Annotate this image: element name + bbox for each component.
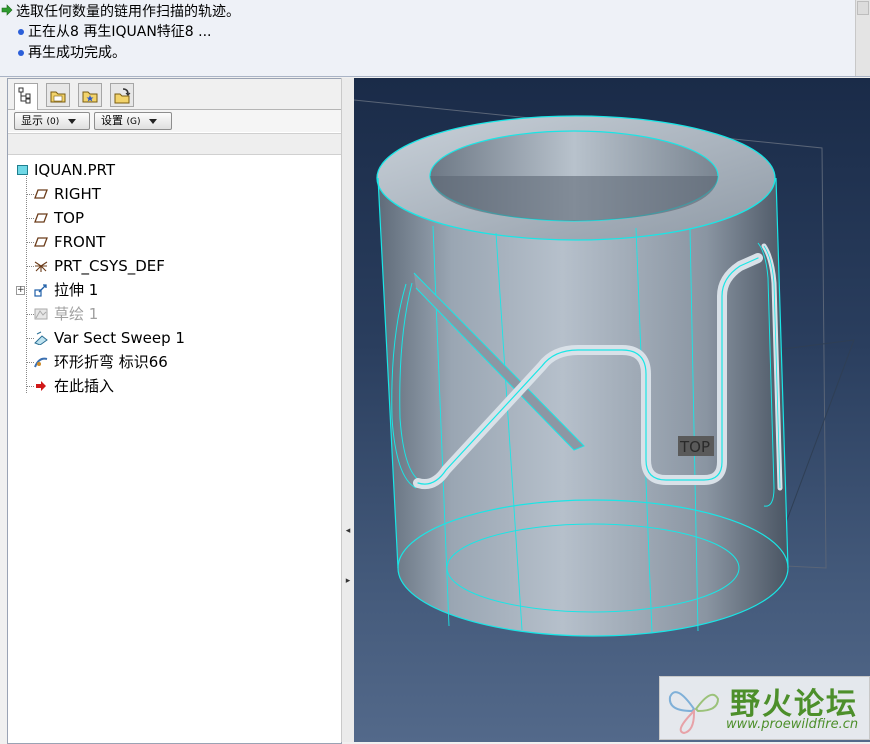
sketch-icon [34, 308, 48, 320]
tree-item-label: 环形折弯 标识66 [54, 353, 168, 371]
tree-connector [26, 386, 34, 387]
message-line: 再生成功完成。 [28, 45, 126, 61]
collapse-left-icon[interactable]: ◂ [344, 526, 352, 540]
message-scrollbar[interactable] [855, 0, 870, 76]
chevron-down-icon [149, 118, 157, 124]
forum-watermark: 野火论坛 www.proewildfire.cn [659, 676, 870, 740]
info-bullet-icon [18, 50, 24, 56]
extrude-icon [34, 284, 47, 297]
tree-item-label: TOP [54, 209, 85, 227]
scroll-up-button[interactable] [857, 1, 869, 15]
watermark-url: www.proewildfire.cn [726, 717, 859, 732]
tree-connector [26, 242, 34, 243]
navigator-tabs [8, 79, 341, 110]
expand-right-icon[interactable]: ▸ [344, 576, 352, 590]
tab-favorites[interactable] [78, 83, 102, 107]
show-label: 显示 [21, 114, 43, 127]
sweep-icon [34, 331, 48, 345]
datum-plane-icon [34, 237, 48, 247]
settings-shortcut: (G) [126, 117, 141, 127]
show-dropdown[interactable]: 显示 (0) [14, 112, 90, 130]
tree-root-label: IQUAN.PRT [34, 161, 115, 179]
connections-icon [114, 88, 131, 104]
datum-plane-icon [34, 189, 48, 199]
part-model-view: TOP [354, 99, 855, 637]
butterfly-logo-icon [668, 691, 720, 735]
tree-connector [26, 266, 34, 267]
tab-connections[interactable] [110, 83, 134, 107]
model-tree-icon [18, 87, 31, 104]
tree-connector [26, 314, 34, 315]
tree-item-label: FRONT [54, 233, 106, 251]
settings-dropdown[interactable]: 设置 (G) [94, 112, 172, 130]
expand-toggle[interactable]: + [16, 286, 25, 295]
message-line: 正在从8 再生IQUAN特征8 ... [28, 24, 212, 40]
navigator-panel: 显示 (0) 设置 (G) IQUAN.PRT RIGHT TOP FRONT … [7, 78, 342, 744]
message-area: 选取任何数量的链用作扫描的轨迹。 正在从8 再生IQUAN特征8 ... 再生成… [0, 0, 870, 77]
settings-label: 设置 [101, 114, 123, 127]
show-shortcut: (0) [46, 117, 60, 127]
csys-icon [34, 261, 48, 272]
insert-here-icon [36, 381, 46, 391]
part-icon [17, 165, 28, 175]
tree-connector [26, 338, 34, 339]
toroidal-bend-icon [34, 357, 48, 368]
tree-item-label: RIGHT [54, 185, 101, 203]
tree-header-strip [8, 133, 341, 155]
graphics-window[interactable]: TOP [354, 78, 870, 742]
panel-splitter[interactable]: ◂ ▸ [341, 78, 354, 742]
tree-connector [26, 171, 27, 393]
tree-toolbar: 显示 (0) 设置 (G) [8, 110, 341, 132]
tab-folder-browser[interactable] [46, 83, 70, 107]
favorites-icon [82, 91, 98, 103]
chevron-down-icon [67, 118, 76, 124]
datum-tag-text[interactable]: TOP [679, 438, 710, 456]
tree-item-label: 在此插入 [54, 377, 115, 395]
tree-item-label: Var Sect Sweep 1 [54, 329, 185, 347]
tree-connector [26, 218, 34, 219]
datum-plane-icon [34, 213, 48, 223]
tree-connector [26, 194, 34, 195]
message-line: 选取任何数量的链用作扫描的轨迹。 [16, 4, 240, 20]
tree-item-label: 草绘 1 [54, 305, 99, 323]
folder-browser-icon [50, 91, 66, 103]
tree-item-label: 拉伸 1 [54, 281, 99, 299]
tree-item-label: PRT_CSYS_DEF [54, 257, 165, 275]
info-bullet-icon [18, 29, 24, 35]
green-arrow-icon [1, 4, 13, 16]
tab-model-tree[interactable] [14, 83, 38, 110]
tree-connector [26, 362, 34, 363]
